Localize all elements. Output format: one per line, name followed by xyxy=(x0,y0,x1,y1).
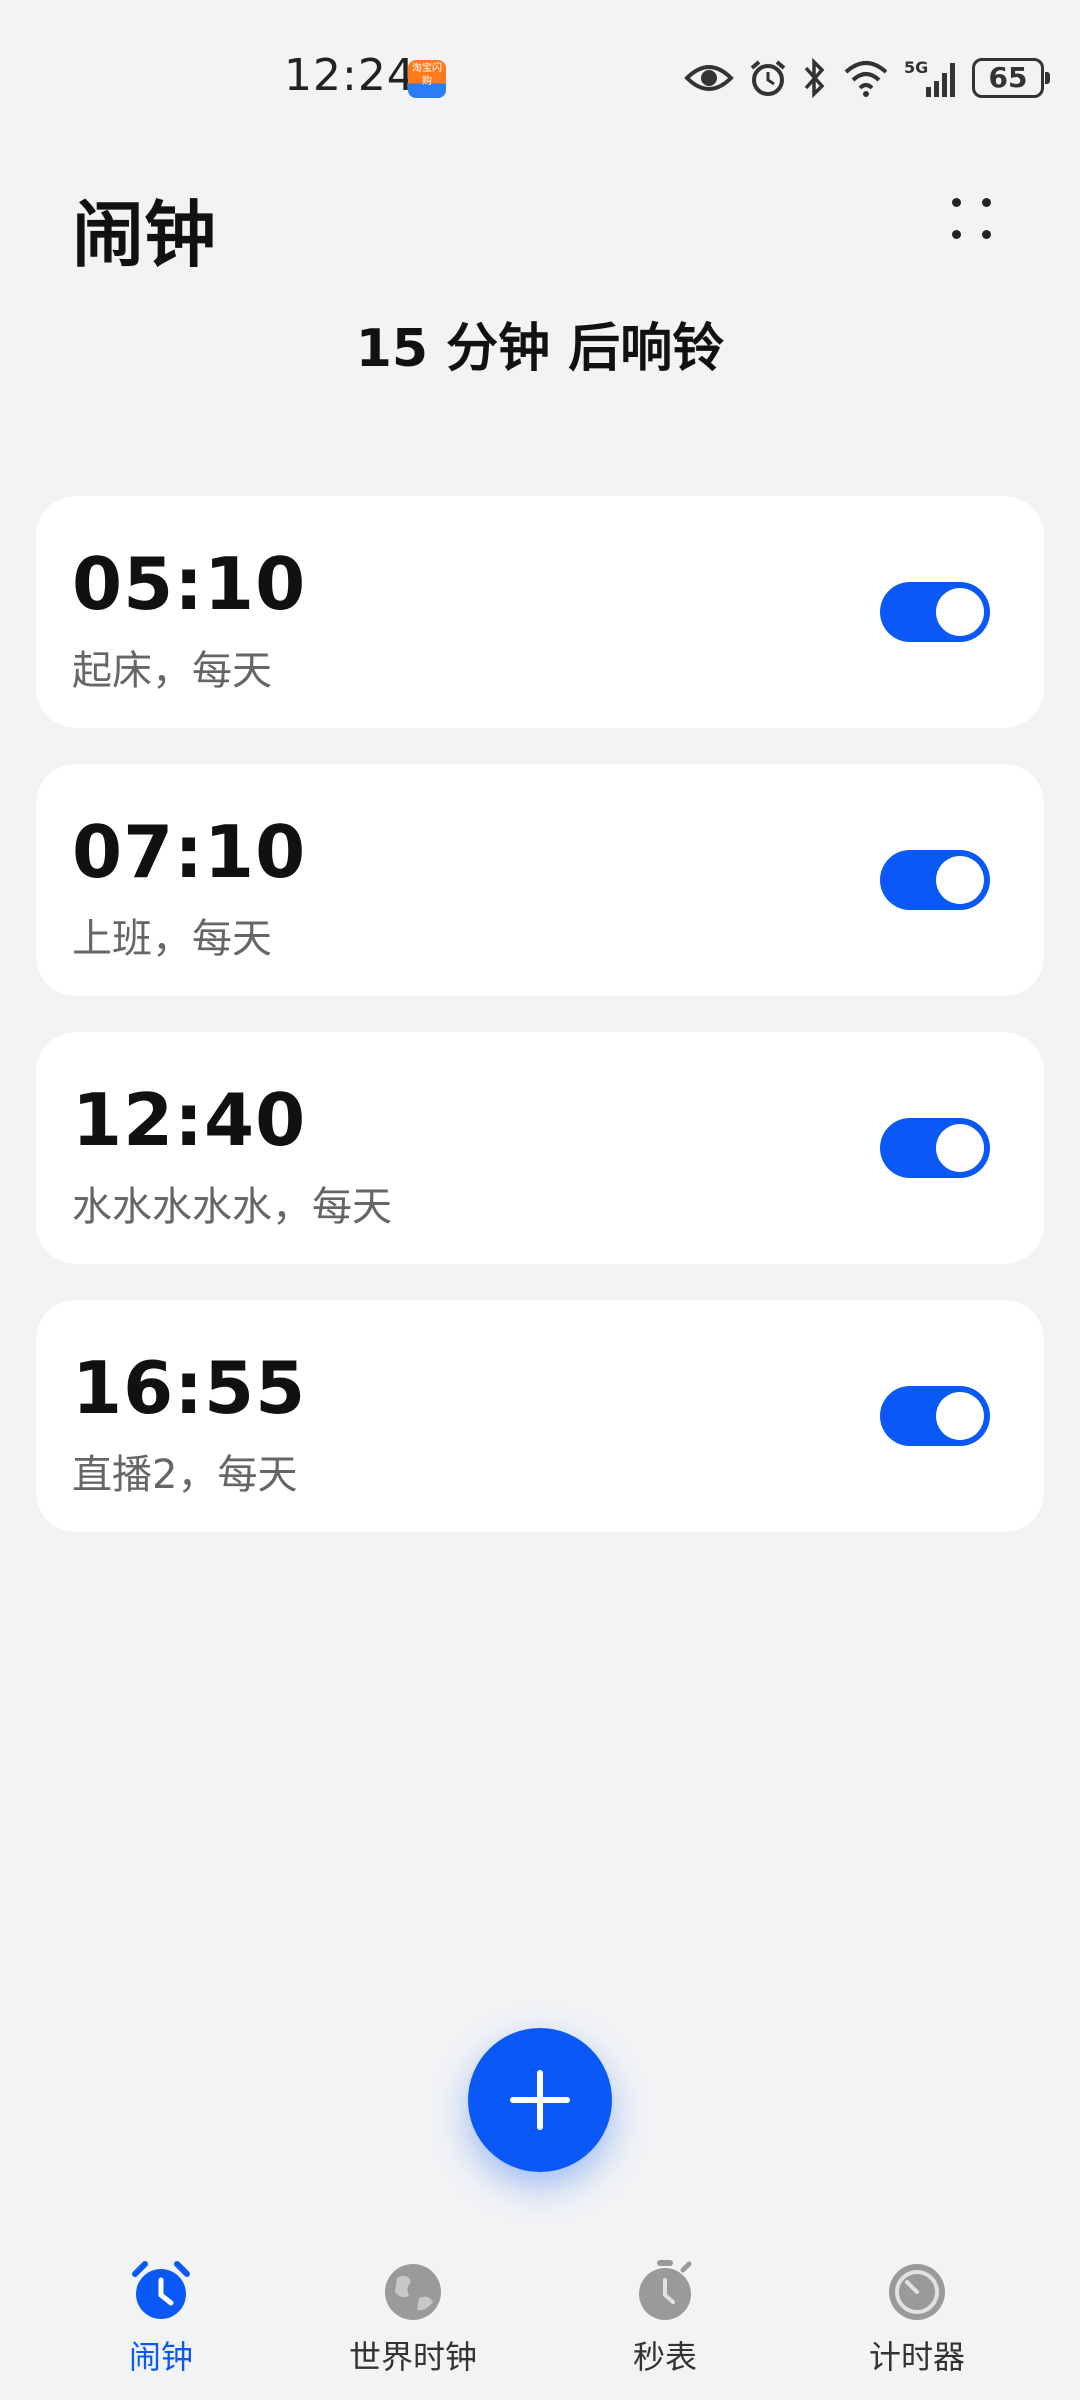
alarm-label: 上班，每天 xyxy=(72,916,272,962)
wifi-icon xyxy=(844,61,888,97)
alarm-label: 起床，每天 xyxy=(72,648,272,694)
more-dot xyxy=(982,198,991,207)
stopwatch-icon xyxy=(639,2260,692,2320)
alarm-list: 05:10 起床，每天 07:10 上班，每天 12:40 水水水水水，每天 1… xyxy=(36,496,1044,1568)
alarm-time: 16:55 xyxy=(72,1346,307,1430)
toggle-knob xyxy=(936,1124,984,1172)
alarm-card[interactable]: 12:40 水水水水水，每天 xyxy=(36,1032,1044,1264)
app-notification-icon: 淘宝闪购 xyxy=(408,60,446,98)
toggle-knob xyxy=(936,856,984,904)
more-dot xyxy=(952,198,961,207)
toggle-knob xyxy=(936,1392,984,1440)
tab-world-clock-label: 世界时钟 xyxy=(348,2338,477,2376)
app-badge-label: 淘宝闪购 xyxy=(412,63,442,87)
add-alarm-button[interactable] xyxy=(468,2028,612,2172)
battery-level: 65 xyxy=(988,61,1028,94)
tab-stopwatch-label: 秒表 xyxy=(632,2338,697,2376)
next-alarm-countdown: 15 分钟 后响铃 xyxy=(355,319,725,379)
alarm-status-icon xyxy=(750,60,786,96)
alarm-time: 05:10 xyxy=(72,542,307,626)
more-dot xyxy=(952,230,961,239)
tab-stopwatch[interactable]: 秒表 xyxy=(540,2250,790,2380)
svg-text:5G: 5G xyxy=(904,58,928,77)
tab-timer[interactable]: 计时器 xyxy=(792,2250,1042,2380)
alarm-card[interactable]: 05:10 起床，每天 xyxy=(36,496,1044,728)
tab-alarm[interactable]: 闹钟 xyxy=(36,2250,286,2380)
alarm-clock-icon xyxy=(132,2261,190,2319)
more-dot xyxy=(982,230,991,239)
alarm-card[interactable]: 16:55 直播2，每天 xyxy=(36,1300,1044,1532)
alarm-card[interactable]: 07:10 上班，每天 xyxy=(36,764,1044,996)
alarm-toggle[interactable] xyxy=(880,1118,990,1178)
alarm-label: 水水水水水，每天 xyxy=(72,1184,392,1230)
tab-timer-label: 计时器 xyxy=(868,2338,965,2376)
bottom-nav: 闹钟 世界时钟 秒表 计时器 xyxy=(0,2250,1080,2400)
toggle-knob xyxy=(936,588,984,636)
alarm-toggle[interactable] xyxy=(880,1386,990,1446)
alarm-time: 12:40 xyxy=(72,1078,307,1162)
eye-icon xyxy=(684,65,734,91)
cellular-signal-icon: 5G xyxy=(904,58,955,97)
globe-icon xyxy=(385,2264,441,2320)
tab-alarm-label: 闹钟 xyxy=(128,2338,193,2376)
tab-world-clock[interactable]: 世界时钟 xyxy=(288,2250,538,2380)
alarm-toggle[interactable] xyxy=(880,582,990,642)
bluetooth-icon xyxy=(804,58,825,98)
page-title: 闹钟 xyxy=(72,193,217,277)
status-time: 12:24 xyxy=(284,50,416,101)
battery-indicator: 65 xyxy=(972,58,1050,98)
more-options-button[interactable] xyxy=(930,180,1010,260)
status-bar: 12:24 淘宝闪购 5G 65 xyxy=(0,0,1080,150)
status-icons: 5G 65 xyxy=(684,54,1050,102)
timer-icon xyxy=(889,2264,945,2320)
alarm-toggle[interactable] xyxy=(880,850,990,910)
alarm-label: 直播2，每天 xyxy=(72,1452,298,1498)
alarm-time: 07:10 xyxy=(72,810,307,894)
